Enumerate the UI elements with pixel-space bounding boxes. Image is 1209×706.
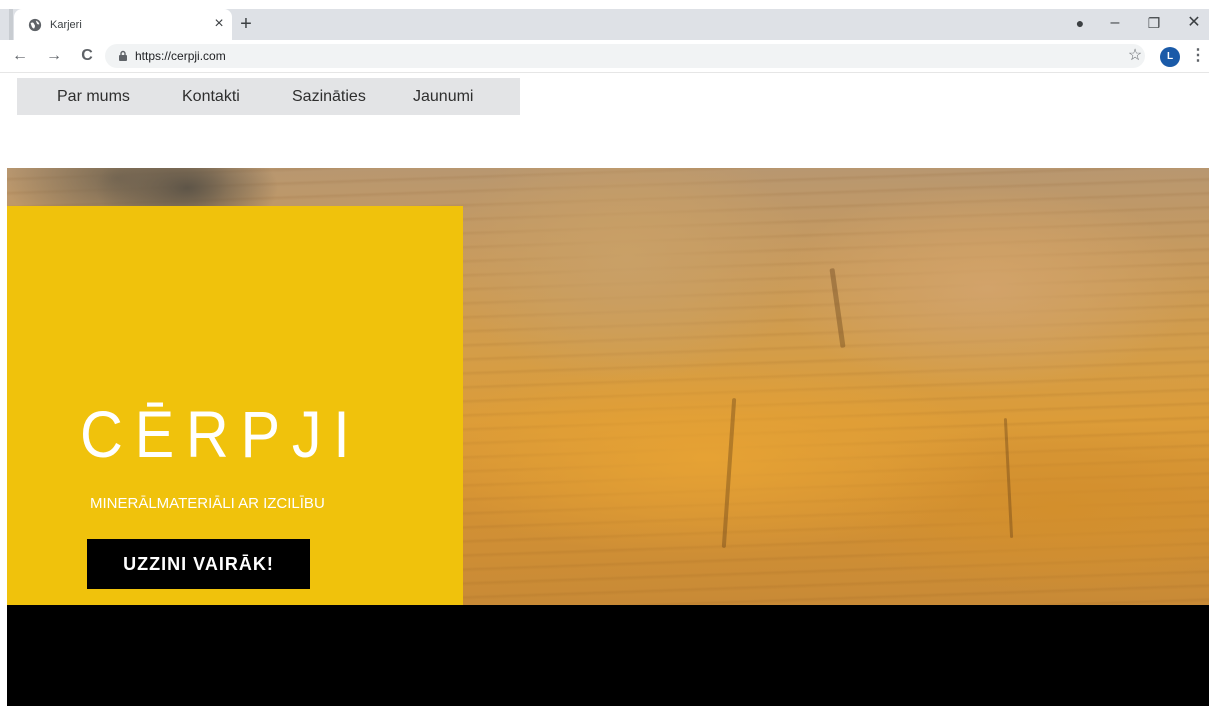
url-text[interactable]: https://cerpji.com [135, 44, 226, 68]
brand-title: CĒRPJI [80, 397, 362, 471]
rock-crack [1003, 418, 1014, 538]
tab-strip-edge [9, 9, 13, 40]
profile-indicator-icon[interactable]: ● [1068, 13, 1092, 33]
nav-link-par-mums[interactable]: Par mums [57, 78, 130, 115]
browser-tab[interactable]: Karjeri × [14, 9, 232, 40]
address-bar[interactable]: https://cerpji.com [105, 44, 1145, 68]
close-tab-icon[interactable]: × [208, 13, 230, 35]
nav-link-jaunumi[interactable]: Jaunumi [413, 78, 473, 115]
tab-strip: Karjeri × + ● – ❐ ✕ [0, 0, 1209, 40]
globe-icon [28, 18, 42, 32]
nav-link-sazinaties[interactable]: Sazināties [292, 78, 366, 115]
rock-crack [721, 398, 737, 548]
minimize-button[interactable]: – [1103, 13, 1127, 33]
nav-link-kontakti[interactable]: Kontakti [182, 78, 240, 115]
browser-menu-icon[interactable]: ⋮ [1190, 45, 1206, 67]
hero-banner: CĒRPJI MINERĀLMATERIĀLI AR IZCILĪBU UZZI… [7, 168, 1209, 605]
site-nav: Par mums Kontakti Sazināties Jaunumi [17, 78, 520, 115]
new-tab-button[interactable]: + [235, 13, 257, 35]
close-window-button[interactable]: ✕ [1182, 13, 1206, 33]
back-button[interactable]: ← [9, 45, 31, 67]
restore-button[interactable]: ❐ [1142, 13, 1166, 33]
lock-icon [119, 50, 127, 61]
reload-button[interactable]: C [76, 45, 98, 67]
rock-crack [829, 268, 846, 348]
hero-panel: CĒRPJI MINERĀLMATERIĀLI AR IZCILĪBU UZZI… [7, 206, 463, 605]
forward-button[interactable]: → [43, 45, 65, 67]
browser-toolbar: ← → C https://cerpji.com ☆ [0, 40, 1209, 73]
dark-section [7, 605, 1209, 706]
profile-avatar[interactable]: L [1160, 47, 1180, 67]
tab-title: Karjeri [50, 19, 82, 31]
bookmark-star-icon[interactable]: ☆ [1124, 45, 1146, 67]
learn-more-button[interactable]: UZZINI VAIRĀK! [87, 539, 310, 589]
hero-tagline: MINERĀLMATERIĀLI AR IZCILĪBU [90, 495, 325, 512]
